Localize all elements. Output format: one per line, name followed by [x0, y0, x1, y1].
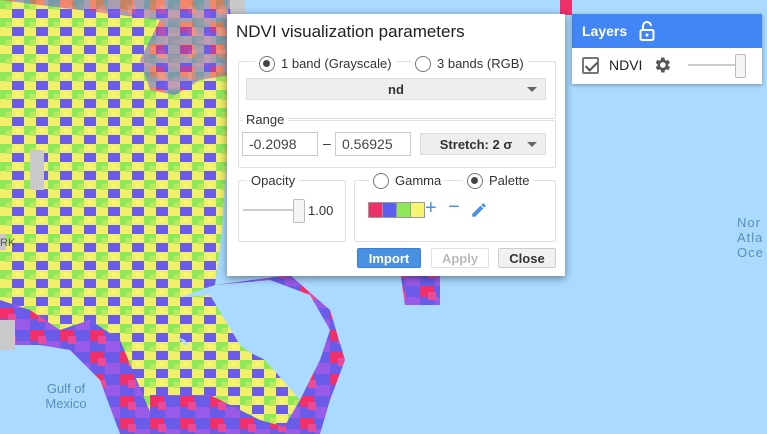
palette-radio[interactable]: [467, 172, 483, 189]
opacity-value: 1.00: [308, 203, 334, 218]
apply-button[interactable]: Apply: [431, 248, 489, 268]
map-label-city-fragment: RK: [0, 237, 16, 249]
stretch-select[interactable]: Stretch: 2 σ: [420, 133, 546, 155]
unlock-icon[interactable]: [639, 21, 655, 41]
dialog-title: NDVI visualization parameters: [236, 22, 465, 41]
layers-panel-header[interactable]: Layers: [572, 14, 762, 48]
layer-name: NDVI: [609, 57, 643, 73]
map-label-north-atlantic: Nor Atla Oce: [737, 215, 764, 260]
rgb-radio[interactable]: [415, 55, 431, 72]
opacity-slider-thumb[interactable]: [293, 199, 305, 223]
palette-swatch[interactable]: [410, 203, 424, 217]
close-button[interactable]: Close: [498, 248, 556, 268]
palette-swatch[interactable]: [369, 203, 382, 217]
range-label: Range: [242, 112, 289, 127]
import-button[interactable]: Import: [357, 248, 421, 268]
layer-opacity-thumb[interactable]: [735, 54, 747, 78]
chevron-down-icon: [527, 87, 537, 92]
band-select[interactable]: nd: [246, 78, 546, 100]
layer-row-ndvi: NDVI: [572, 48, 762, 82]
gamma-radio[interactable]: [373, 172, 389, 189]
range-min-input[interactable]: -0.2098: [242, 132, 318, 156]
gear-icon[interactable]: [652, 55, 672, 75]
opacity-label: Opacity: [247, 173, 300, 188]
gamma-option[interactable]: Gamma: [369, 172, 446, 190]
pencil-icon[interactable]: [470, 201, 488, 219]
band-option-grayscale[interactable]: 1 band (Grayscale): [255, 55, 396, 73]
band-option-rgb[interactable]: 3 bands (RGB): [411, 55, 528, 73]
remove-color-icon[interactable]: −: [448, 197, 460, 217]
visualization-dialog: NDVI visualization parameters 1 band (Gr…: [227, 14, 565, 276]
palette-swatch[interactable]: [396, 203, 410, 217]
layer-visibility-checkbox[interactable]: [582, 56, 599, 74]
palette-swatches[interactable]: [368, 202, 425, 218]
palette-option[interactable]: Palette: [463, 172, 534, 190]
layer-opacity-slider[interactable]: [688, 53, 747, 78]
map-label-gulf-of-mexico: Gulf of Mexico: [45, 381, 87, 411]
palette-swatch[interactable]: [382, 203, 396, 217]
range-max-input[interactable]: 0.56925: [335, 132, 411, 156]
grayscale-radio[interactable]: [259, 55, 275, 72]
range-separator: –: [323, 135, 331, 151]
chevron-down-icon: [527, 142, 537, 147]
layers-title: Layers: [582, 23, 628, 39]
opacity-slider[interactable]: [243, 198, 305, 223]
layers-panel: Layers NDVI: [572, 14, 762, 84]
add-color-icon[interactable]: +: [425, 198, 437, 218]
